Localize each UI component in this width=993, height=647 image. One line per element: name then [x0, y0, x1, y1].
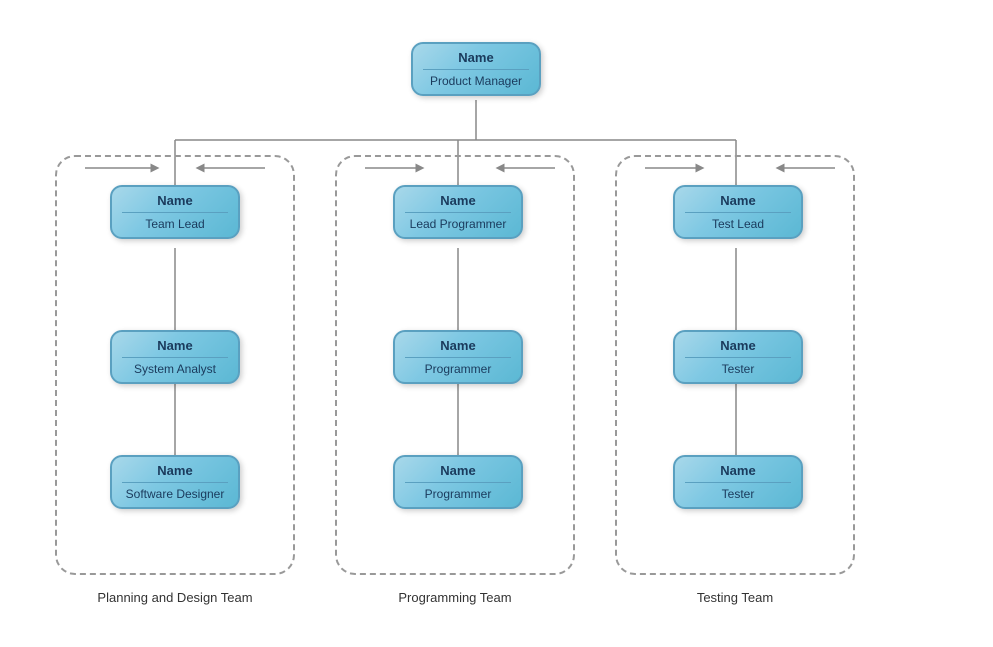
card-sw-designer: Name Software Designer [110, 455, 240, 509]
card-lead-prog-role: Lead Programmer [405, 217, 511, 231]
card-sys-analyst: Name System Analyst [110, 330, 240, 384]
card-team-lead-role: Team Lead [122, 217, 228, 231]
card-programmer1: Name Programmer [393, 330, 523, 384]
card-tester2-name: Name [685, 463, 791, 483]
card-team-lead: Name Team Lead [110, 185, 240, 239]
card-programmer2-role: Programmer [405, 487, 511, 501]
card-team-lead-name: Name [122, 193, 228, 213]
org-chart: Planning and Design Team Programming Tea… [0, 0, 993, 647]
card-test-lead-role: Test Lead [685, 217, 791, 231]
card-pm: Name Product Manager [411, 42, 541, 96]
planning-label: Planning and Design Team [65, 590, 285, 605]
card-test-lead-name: Name [685, 193, 791, 213]
card-lead-prog-name: Name [405, 193, 511, 213]
card-programmer1-name: Name [405, 338, 511, 358]
card-pm-name: Name [423, 50, 529, 70]
card-programmer2: Name Programmer [393, 455, 523, 509]
card-lead-prog: Name Lead Programmer [393, 185, 523, 239]
card-sys-analyst-role: System Analyst [122, 362, 228, 376]
card-tester2-role: Tester [685, 487, 791, 501]
card-tester2: Name Tester [673, 455, 803, 509]
card-programmer2-name: Name [405, 463, 511, 483]
testing-label: Testing Team [625, 590, 845, 605]
card-sw-designer-name: Name [122, 463, 228, 483]
card-programmer1-role: Programmer [405, 362, 511, 376]
card-tester1-name: Name [685, 338, 791, 358]
card-tester1: Name Tester [673, 330, 803, 384]
card-pm-role: Product Manager [423, 74, 529, 88]
card-sw-designer-role: Software Designer [122, 487, 228, 501]
card-sys-analyst-name: Name [122, 338, 228, 358]
programming-label: Programming Team [345, 590, 565, 605]
card-tester1-role: Tester [685, 362, 791, 376]
card-test-lead: Name Test Lead [673, 185, 803, 239]
